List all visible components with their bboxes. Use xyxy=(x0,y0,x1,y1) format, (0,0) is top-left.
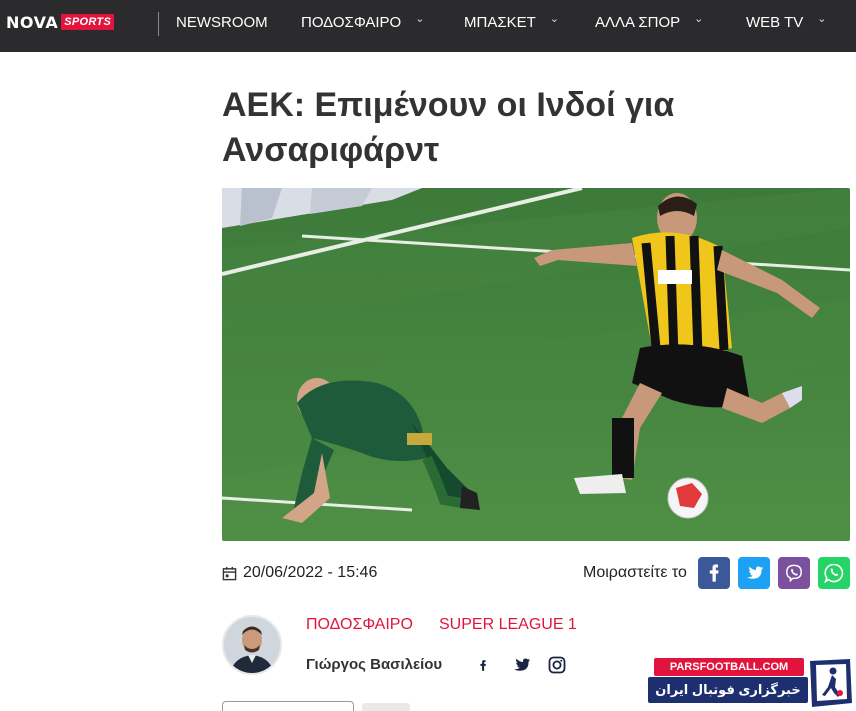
viber-icon xyxy=(786,564,802,582)
nav-item-other-sports[interactable]: ΑΛΛΑ ΣΠΟΡ ⌄ xyxy=(595,12,703,31)
article-title: ΑΕΚ: Επιμένουν οι Ινδοί για Ανσαριφάρντ xyxy=(222,86,675,169)
article-date: 20/06/2022 - 15:46 xyxy=(222,564,377,582)
author-instagram-link[interactable] xyxy=(548,656,566,674)
facebook-icon xyxy=(709,564,719,582)
watermark-bottom-text: خبرگزاری فوتبال ایران xyxy=(648,677,808,703)
instagram-icon xyxy=(548,656,566,674)
logo-nova-text: NOVA xyxy=(6,12,59,32)
logo-sports-text: SPORTS xyxy=(61,14,115,30)
author-facebook-link[interactable] xyxy=(474,656,492,674)
author-name[interactable]: Γιώργος Βασιλείου xyxy=(306,656,442,673)
nav-item-label: ΠΟΔΟΣΦΑΙΡΟ xyxy=(301,14,402,31)
facebook-icon xyxy=(480,659,486,671)
watermark-top-text: PARSFOOTBALL.COM xyxy=(654,658,804,676)
chevron-down-icon[interactable]: ⌄ xyxy=(415,12,424,25)
share-twitter-button[interactable] xyxy=(738,557,770,589)
nav-item-label: WEB TV xyxy=(746,14,804,31)
novasports-logo[interactable]: NOVA SPORTS xyxy=(6,12,115,32)
nav-item-football[interactable]: ΠΟΔΟΣΦΑΙΡΟ ⌄ xyxy=(301,12,424,31)
parsfootball-watermark: PARSFOOTBALL.COM خبرگزاری فوتبال ایران xyxy=(648,655,856,711)
nav-item-label: ΑΛΛΑ ΣΠΟΡ xyxy=(595,14,681,31)
whatsapp-icon xyxy=(824,563,844,583)
chevron-down-icon[interactable]: ⌄ xyxy=(817,12,826,25)
nav-item-basket[interactable]: ΜΠΑΣΚΕΤ ⌄ xyxy=(464,12,559,31)
nav-divider xyxy=(158,12,159,36)
chevron-down-icon[interactable]: ⌄ xyxy=(694,12,703,25)
article-hero-image xyxy=(222,188,850,541)
partial-button-grey[interactable] xyxy=(362,703,410,711)
watermark-badge-icon xyxy=(810,659,852,707)
partial-button-outline[interactable] xyxy=(222,701,354,711)
tag-link-football[interactable]: ΠΟΔΟΣΦΑΙΡΟ xyxy=(306,616,413,634)
share-whatsapp-button[interactable] xyxy=(818,557,850,589)
nav-item-label: ΜΠΑΣΚΕΤ xyxy=(464,14,536,31)
top-navigation-bar: NOVA SPORTS NEWSROOM ΠΟΔΟΣΦΑΙΡΟ ⌄ ΜΠΑΣΚΕ… xyxy=(0,0,856,52)
author-twitter-link[interactable] xyxy=(512,656,530,674)
twitter-icon xyxy=(747,566,763,579)
author-avatar[interactable] xyxy=(222,615,282,675)
article-date-text: 20/06/2022 - 15:46 xyxy=(243,564,378,581)
tag-link-super-league[interactable]: SUPER LEAGUE 1 xyxy=(439,616,577,634)
share-facebook-button[interactable] xyxy=(698,557,730,589)
share-label: Μοιραστείτε το xyxy=(583,564,687,581)
nav-item-newsroom[interactable]: NEWSROOM xyxy=(176,14,268,31)
calendar-icon xyxy=(222,566,237,580)
nav-item-label: NEWSROOM xyxy=(176,14,268,31)
share-viber-button[interactable] xyxy=(778,557,810,589)
chevron-down-icon[interactable]: ⌄ xyxy=(550,12,559,25)
twitter-icon xyxy=(514,658,530,671)
nav-item-webtv[interactable]: WEB TV ⌄ xyxy=(746,12,826,31)
